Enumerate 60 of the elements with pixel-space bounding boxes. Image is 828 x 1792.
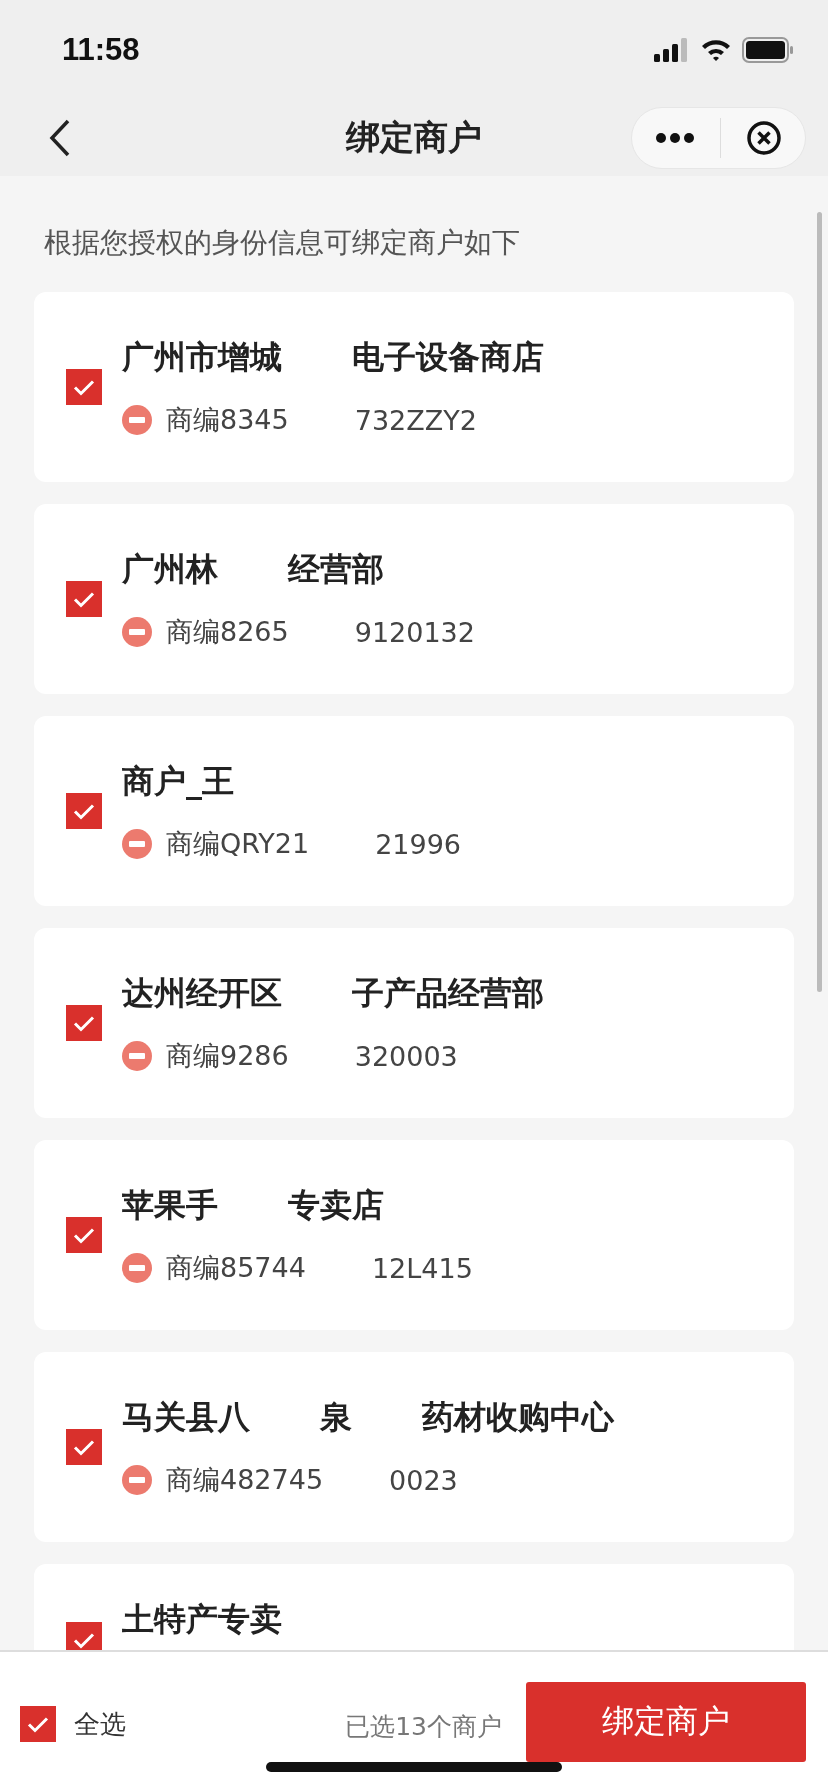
status-time: 11:58 [62, 32, 140, 68]
merchant-name: 苹果手 [122, 1185, 218, 1226]
wifi-icon [700, 38, 732, 62]
merchant-name: 土特产专卖 [122, 1599, 282, 1640]
merchant-name: 专卖店 [288, 1185, 384, 1226]
merchant-name: 商户_王 [122, 761, 234, 802]
selected-count: 已选13个商户 [345, 1711, 502, 1743]
select-all-label[interactable]: 全选 [74, 1706, 126, 1742]
select-all-checkbox[interactable] [20, 1706, 56, 1742]
signal-icon [654, 38, 690, 62]
merchant-code: 商编85744 [166, 1251, 306, 1285]
checkbox[interactable] [66, 1622, 102, 1650]
checkbox[interactable] [66, 369, 102, 405]
merchant-name: 广州市增城 [122, 337, 282, 378]
merchant-card[interactable]: 商户_王 商编QRY21 21996 [34, 716, 794, 906]
merchant-code: 商编8345 [166, 403, 289, 437]
check-icon [73, 1439, 95, 1456]
merchant-card[interactable]: 苹果手 专卖店 商编85744 12L415 [34, 1140, 794, 1330]
merchant-name: 马关县八 [122, 1397, 250, 1438]
page-title: 绑定商户 [344, 116, 483, 159]
merchant-name: 经营部 [288, 549, 384, 590]
merchant-code: 12L415 [371, 1252, 473, 1284]
checkbox[interactable] [66, 1005, 102, 1041]
merchant-name: 电子设备商店 [352, 337, 544, 378]
checkbox[interactable] [66, 1429, 102, 1465]
checkbox[interactable] [66, 793, 102, 829]
merchant-code: 商编QRY21 [166, 827, 310, 861]
check-icon [73, 803, 95, 820]
battery-icon [742, 37, 794, 63]
merchant-name: 子产品经营部 [352, 973, 544, 1014]
merchant-card[interactable]: 土特产专卖 [34, 1564, 794, 1650]
checkbox[interactable] [66, 581, 102, 617]
merchant-name: 广州林 [122, 549, 218, 590]
intro-text: 根据您授权的身份信息可绑定商户如下 [44, 225, 521, 261]
back-icon[interactable] [48, 118, 72, 158]
check-icon [73, 1227, 95, 1244]
more-icon[interactable] [654, 132, 695, 144]
merchant-name: 泉 [320, 1397, 352, 1438]
merchant-code: 9120132 [354, 616, 475, 648]
merchant-code: 商编482745 [166, 1463, 324, 1497]
checkbox[interactable] [66, 1217, 102, 1253]
merchant-name: 达州经开区 [122, 973, 282, 1014]
merchant-card[interactable]: 马关县八 泉 药材收购中心 商编482745 0023 [34, 1352, 794, 1542]
check-icon [73, 379, 95, 396]
check-icon [73, 1015, 95, 1032]
merchant-code: 商编8265 [166, 615, 289, 649]
bind-merchant-button[interactable]: 绑定商户 [526, 1682, 806, 1762]
merchant-code: 商编9286 [166, 1039, 289, 1073]
merchant-card[interactable]: 广州市增城 电子设备商店 商编8345 732ZZY2 [34, 292, 794, 482]
merchant-name: 药材收购中心 [422, 1397, 614, 1438]
merchant-code: 320003 [354, 1040, 458, 1072]
check-icon [73, 591, 95, 608]
merchant-code: 732ZZY2 [354, 404, 477, 436]
close-icon[interactable] [746, 120, 783, 156]
merchant-card[interactable]: 达州经开区 子产品经营部 商编9286 320003 [34, 928, 794, 1118]
merchant-code: 0023 [389, 1464, 458, 1496]
merchant-code: 21996 [375, 828, 462, 860]
merchant-card[interactable]: 广州林 经营部 商编8265 9120132 [34, 504, 794, 694]
check-icon [27, 1716, 49, 1733]
check-icon [73, 1632, 95, 1649]
